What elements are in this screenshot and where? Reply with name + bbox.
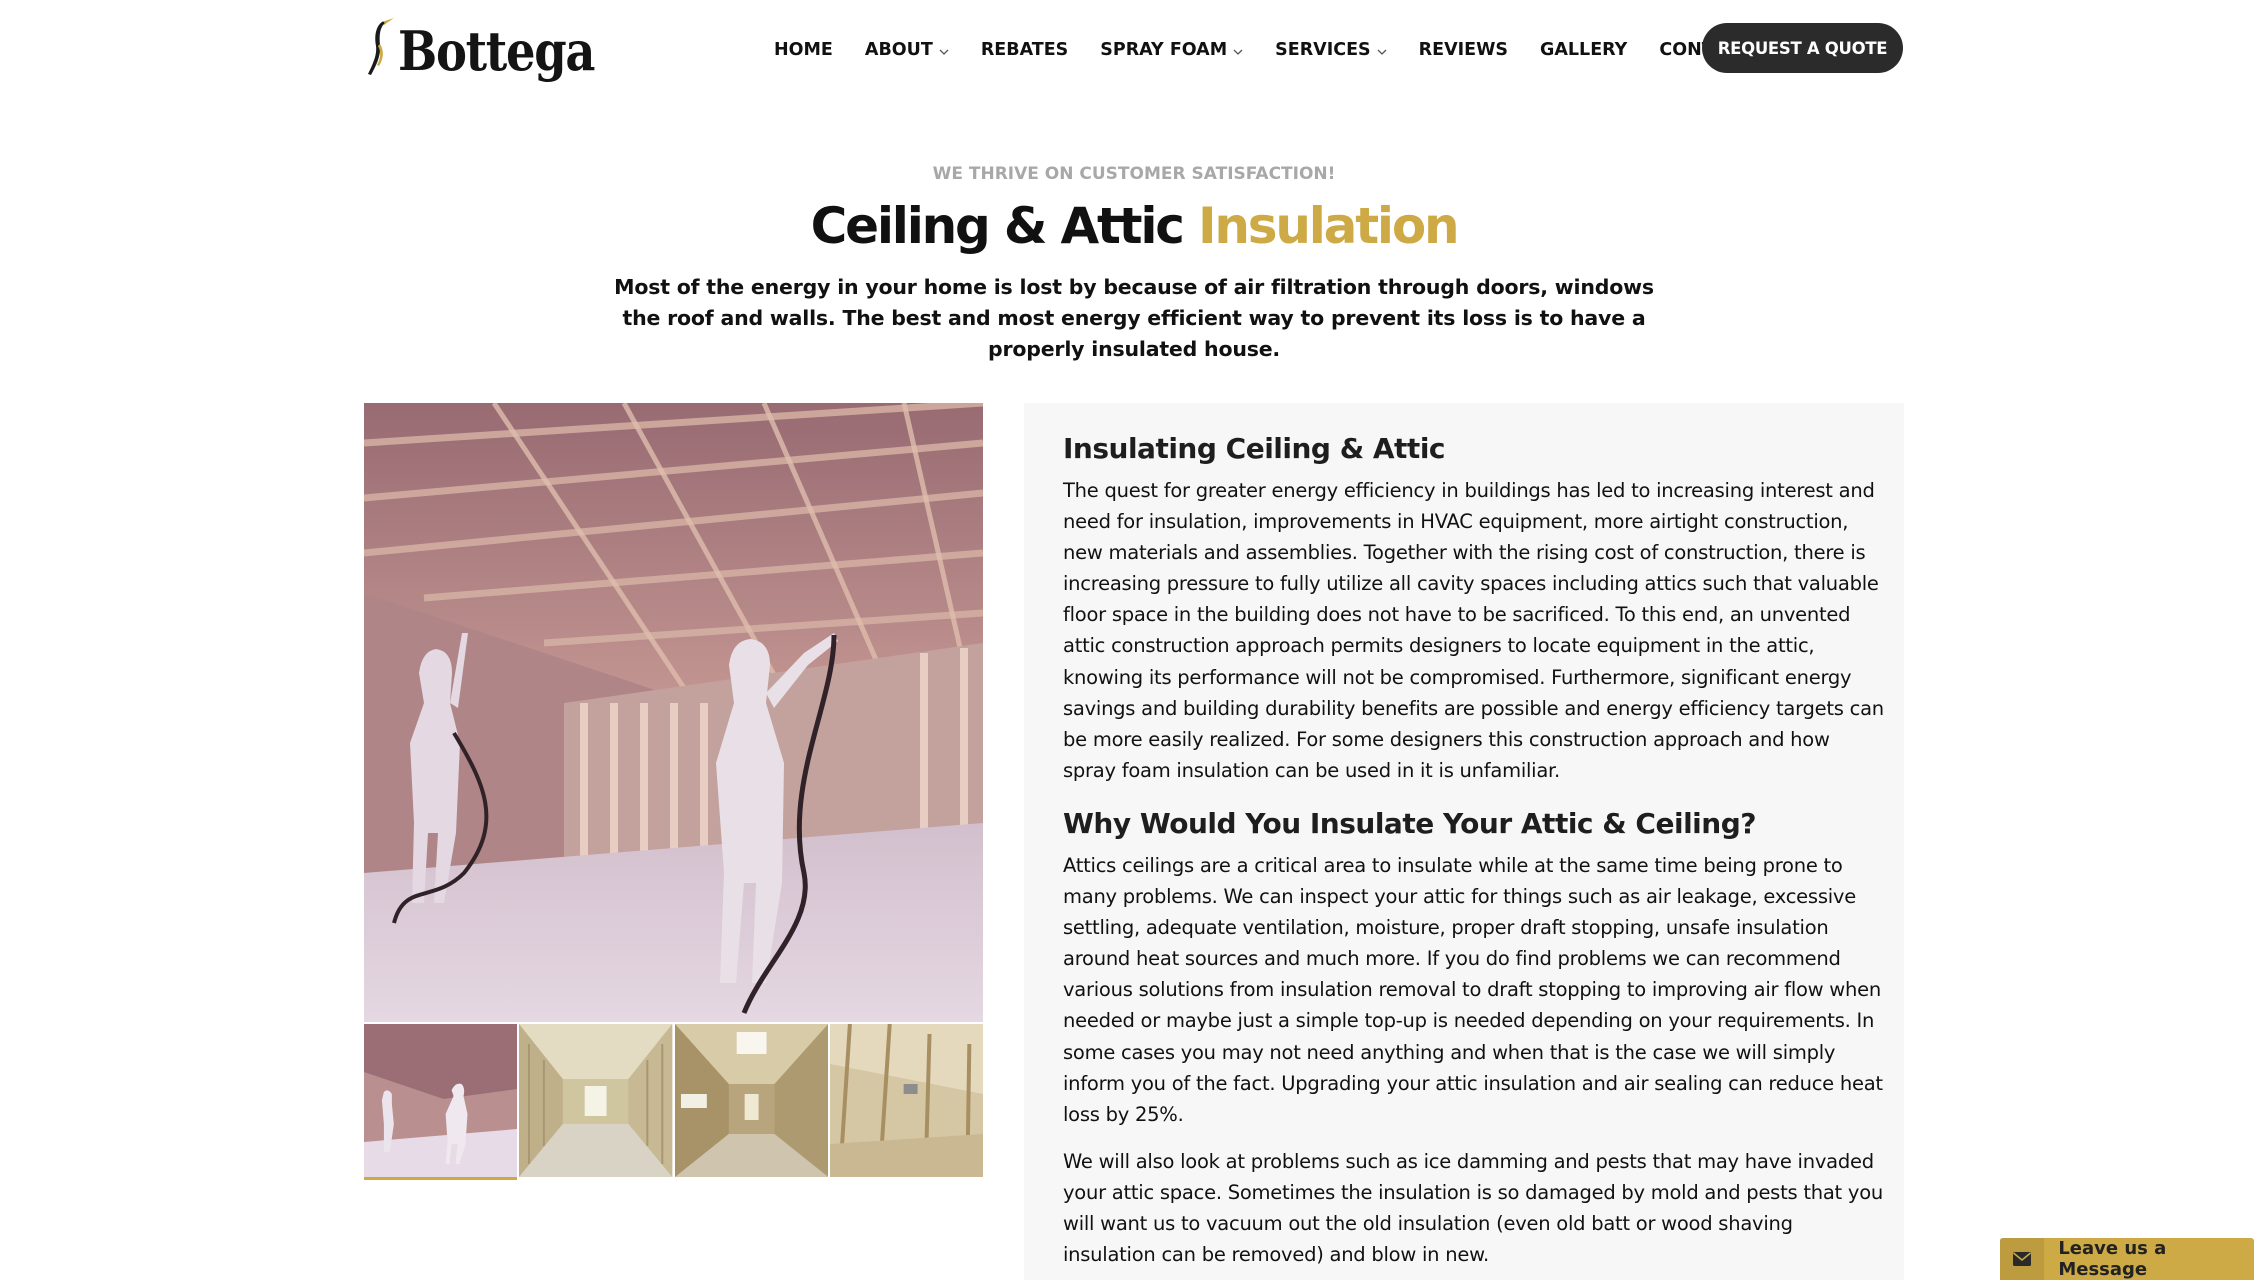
nav-rebates[interactable]: REBATES <box>981 40 1068 60</box>
page-title-main: Ceiling & Attic <box>810 197 1185 255</box>
content-panel: Insulating Ceiling & Attic The quest for… <box>1024 403 1904 1280</box>
nav-rebates-label: REBATES <box>980 40 1069 60</box>
page-title: Ceiling & Attic Insulation <box>0 196 2268 256</box>
request-quote-button[interactable]: REQUEST A QUOTE <box>1702 23 1903 73</box>
gallery-thumb-1[interactable] <box>364 1024 518 1180</box>
nav-services[interactable]: SERVICES <box>1275 40 1387 60</box>
leave-message-label: Leave us a Message <box>2058 1238 2167 1280</box>
chevron-down-icon <box>1377 49 1387 55</box>
gallery-thumb-4[interactable] <box>829 1024 983 1177</box>
envelope-icon <box>2013 1252 2032 1266</box>
chat-icon-box <box>2000 1238 2045 1280</box>
gallery-thumb-3[interactable] <box>674 1024 828 1177</box>
main-nav: HOME ABOUT REBATES SPRAY FOAM SERVICES R… <box>774 36 1751 64</box>
nav-home[interactable]: HOME <box>774 40 833 60</box>
page-title-accent: Insulation <box>1197 197 1460 255</box>
chevron-down-icon <box>1233 49 1243 55</box>
gallery-main-photo[interactable] <box>364 403 983 1022</box>
nav-spray-foam-label: SPRAY FOAM <box>1100 40 1228 60</box>
nav-reviews-label: REVIEWS <box>1418 40 1508 60</box>
nav-home-label: HOME <box>774 40 833 60</box>
attic-spray-foam-photo <box>364 403 983 1022</box>
content-panel-inner: Insulating Ceiling & Attic The quest for… <box>1063 429 1888 1270</box>
section-paragraph-pests: We will also look at problems such as ic… <box>1063 1149 1883 1267</box>
nav-gallery-label: GALLERY <box>1540 40 1628 60</box>
site-header: Bottega HOME ABOUT REBATES SPRAY FOAM SE… <box>0 0 2268 100</box>
section-paragraph-insulating: The quest for greater energy efficiency … <box>1063 479 1884 782</box>
section-heading-why: Why Would You Insulate Your Attic & Ceil… <box>1063 806 1756 840</box>
nav-services-label: SERVICES <box>1275 40 1371 60</box>
thumb-attic-hallway-image <box>519 1024 673 1177</box>
hero-subtitle: Most of the energy in your home is lost … <box>614 275 1654 361</box>
nav-gallery[interactable]: GALLERY <box>1540 40 1627 60</box>
nav-spray-foam[interactable]: SPRAY FOAM <box>1100 40 1243 60</box>
nav-about[interactable]: ABOUT <box>865 40 949 60</box>
thumb-attic-rafters-image <box>829 1024 983 1177</box>
chevron-down-icon <box>939 49 949 55</box>
section-heading-insulating: Insulating Ceiling & Attic <box>1063 432 1446 465</box>
section-paragraph-why: Attics ceilings are a critical area to i… <box>1063 853 1883 1126</box>
hero-eyebrow: WE THRIVE ON CUSTOMER SATISFACTION! <box>932 164 1336 184</box>
heron-logo-icon <box>368 18 394 75</box>
leave-message-widget[interactable]: Leave us a Message <box>2000 1238 2254 1280</box>
gallery-thumb-2[interactable] <box>519 1024 673 1177</box>
gallery-thumbnails <box>364 1024 983 1180</box>
nav-about-label: ABOUT <box>864 40 933 60</box>
thumb-attic-skylight-image <box>674 1024 828 1177</box>
nav-reviews[interactable]: REVIEWS <box>1419 40 1508 60</box>
thumb-attic-spraying-image <box>364 1024 518 1177</box>
logo-wordmark: Bottega <box>398 19 596 83</box>
bottega-logo[interactable]: Bottega <box>362 14 626 78</box>
